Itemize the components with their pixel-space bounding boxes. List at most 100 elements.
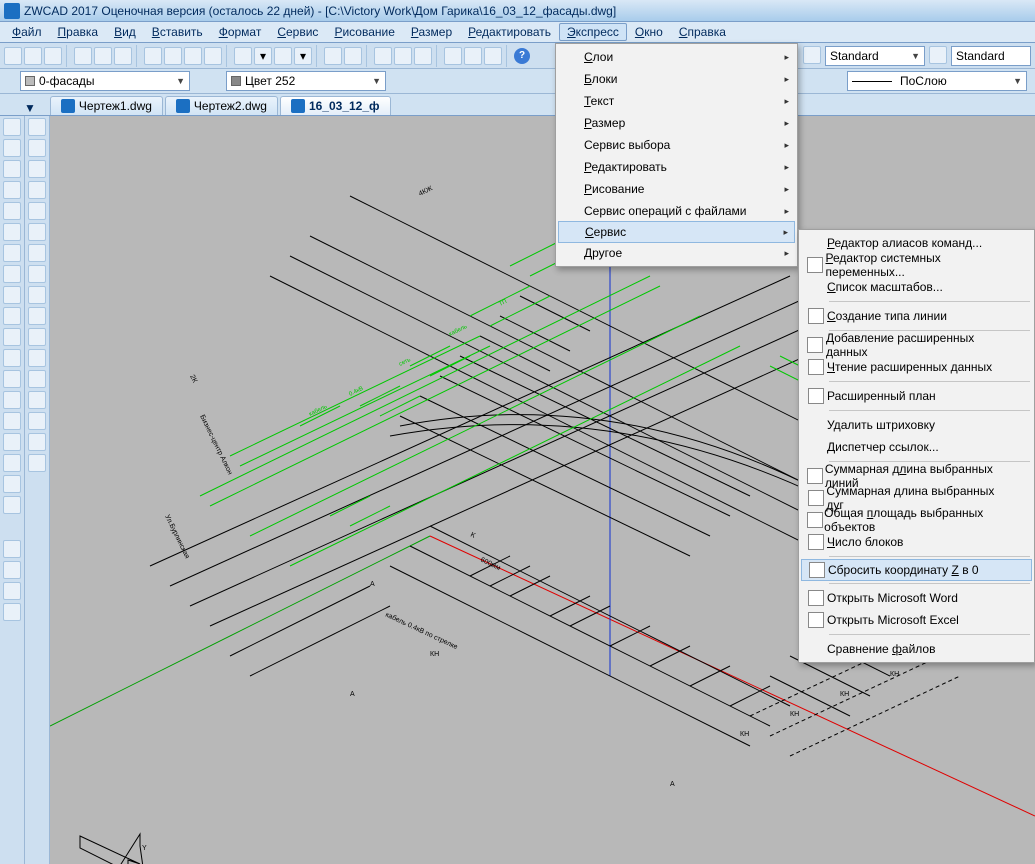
save-icon[interactable] (44, 47, 62, 65)
color-combo[interactable]: Цвет 252 ▼ (226, 71, 386, 91)
textstyle-icon[interactable] (929, 46, 947, 64)
menu-формат[interactable]: Формат (211, 23, 270, 41)
copy-icon[interactable] (164, 47, 182, 65)
preview-icon[interactable] (94, 47, 112, 65)
menu-правка[interactable]: Правка (50, 23, 107, 41)
express-dropdown[interactable]: СлоиБлокиТекстРазмерСервис выбораРедакти… (555, 43, 798, 267)
express-item[interactable]: Сервис выбора (558, 134, 795, 156)
express-item[interactable]: Рисование (558, 178, 795, 200)
stretch-icon[interactable] (28, 286, 46, 304)
tab-16_03_12_ф[interactable]: 16_03_12_ф (280, 96, 391, 115)
move-icon[interactable] (28, 223, 46, 241)
fillet-icon[interactable] (28, 433, 46, 451)
join-icon[interactable] (28, 391, 46, 409)
mirror-icon[interactable] (28, 160, 46, 178)
express-item[interactable]: Размер (558, 112, 795, 134)
menu-окно[interactable]: Окно (627, 23, 671, 41)
undo-icon[interactable] (234, 47, 252, 65)
extra-a-icon[interactable] (3, 540, 21, 558)
chamfer-icon[interactable] (28, 412, 46, 430)
service-item[interactable]: Удалить штриховку (801, 414, 1032, 436)
service-item[interactable]: Число блоков (801, 531, 1032, 553)
match-icon[interactable] (204, 47, 222, 65)
help-icon[interactable]: ? (514, 48, 530, 64)
break-icon[interactable] (28, 370, 46, 388)
menu-сервис[interactable]: Сервис (269, 23, 326, 41)
explode-icon[interactable] (28, 454, 46, 472)
service-item[interactable]: Расширенный план (801, 385, 1032, 407)
service-item[interactable]: Открыть Microsoft Excel (801, 609, 1032, 631)
zoom-prev-icon[interactable] (414, 47, 432, 65)
print-icon[interactable] (74, 47, 92, 65)
express-item[interactable]: Текст (558, 90, 795, 112)
rectangle-icon[interactable] (3, 202, 21, 220)
xline-icon[interactable] (3, 139, 21, 157)
revcloud-icon[interactable] (3, 265, 21, 283)
region-icon[interactable] (3, 454, 21, 472)
polygon-icon[interactable] (3, 181, 21, 199)
menu-размер[interactable]: Размер (403, 23, 460, 41)
tab-Чертеж2.dwg[interactable]: Чертеж2.dwg (165, 96, 278, 115)
polyline-icon[interactable] (3, 160, 21, 178)
redo-icon[interactable] (274, 47, 292, 65)
extra-d-icon[interactable] (3, 603, 21, 621)
menu-редактировать[interactable]: Редактировать (460, 23, 559, 41)
table-icon[interactable] (3, 475, 21, 493)
menu-файл[interactable]: Файл (4, 23, 50, 41)
publish-icon[interactable] (114, 47, 132, 65)
redo-arrow-icon[interactable]: ▾ (294, 47, 312, 65)
mtext-icon[interactable] (3, 496, 21, 514)
extra-b-icon[interactable] (3, 561, 21, 579)
rotate-icon[interactable] (28, 244, 46, 262)
menu-рисование[interactable]: Рисование (326, 23, 402, 41)
service-item[interactable]: Диспетчер ссылок... (801, 436, 1032, 458)
service-item[interactable]: Общая площадь выбранных объектов (801, 509, 1032, 531)
service-item[interactable]: Редактор системных переменных... (801, 254, 1032, 276)
service-item[interactable]: Сбросить координату Z в 0 (801, 559, 1032, 581)
service-item[interactable]: Чтение расширенных данных (801, 356, 1032, 378)
text-style-combo[interactable]: Standard (951, 46, 1031, 66)
gradient-icon[interactable] (3, 433, 21, 451)
service-submenu[interactable]: Редактор алиасов команд...Редактор систе… (798, 229, 1035, 663)
point-icon[interactable] (3, 391, 21, 409)
tool-palette-icon[interactable] (484, 47, 502, 65)
service-item[interactable]: Добавление расширенных данных (801, 334, 1032, 356)
express-item[interactable]: Слои (558, 46, 795, 68)
express-item[interactable]: Сервис (558, 221, 795, 243)
tool-a-icon[interactable] (324, 47, 342, 65)
hatch-icon[interactable] (3, 412, 21, 430)
menu-вид[interactable]: Вид (106, 23, 144, 41)
circle-icon[interactable] (3, 244, 21, 262)
properties-icon[interactable] (464, 47, 482, 65)
cut-icon[interactable] (144, 47, 162, 65)
extend-icon[interactable] (28, 328, 46, 346)
menu-вставить[interactable]: Вставить (144, 23, 211, 41)
new-icon[interactable] (4, 47, 22, 65)
dim-style-combo[interactable]: Standard ▼ (825, 46, 925, 66)
dimstyle-icon[interactable] (803, 46, 821, 64)
service-item[interactable]: Список масштабов... (801, 276, 1032, 298)
erase-icon[interactable] (28, 118, 46, 136)
menu-справка[interactable]: Справка (671, 23, 734, 41)
paste-icon[interactable] (184, 47, 202, 65)
scale-icon[interactable] (28, 265, 46, 283)
express-item[interactable]: Редактировать (558, 156, 795, 178)
tab-Чертеж1.dwg[interactable]: Чертеж1.dwg (50, 96, 163, 115)
line-icon[interactable] (3, 118, 21, 136)
spline-icon[interactable] (3, 286, 21, 304)
service-item[interactable]: Создание типа линии (801, 305, 1032, 327)
service-item[interactable]: Сравнение файлов (801, 638, 1032, 660)
array-icon[interactable] (28, 202, 46, 220)
insert-block-icon[interactable] (3, 349, 21, 367)
arc-icon[interactable] (3, 223, 21, 241)
menu-экспресс[interactable]: Экспресс (559, 23, 627, 41)
copy-obj-icon[interactable] (28, 139, 46, 157)
express-item[interactable]: Сервис операций с файлами (558, 200, 795, 222)
service-item[interactable]: Открыть Microsoft Word (801, 587, 1032, 609)
lineweight-combo[interactable]: ПоСлою ▼ (847, 71, 1027, 91)
zoom-window-icon[interactable] (394, 47, 412, 65)
break-at-icon[interactable] (28, 349, 46, 367)
tool-b-icon[interactable] (344, 47, 362, 65)
make-block-icon[interactable] (3, 370, 21, 388)
undo-arrow-icon[interactable]: ▾ (254, 47, 272, 65)
